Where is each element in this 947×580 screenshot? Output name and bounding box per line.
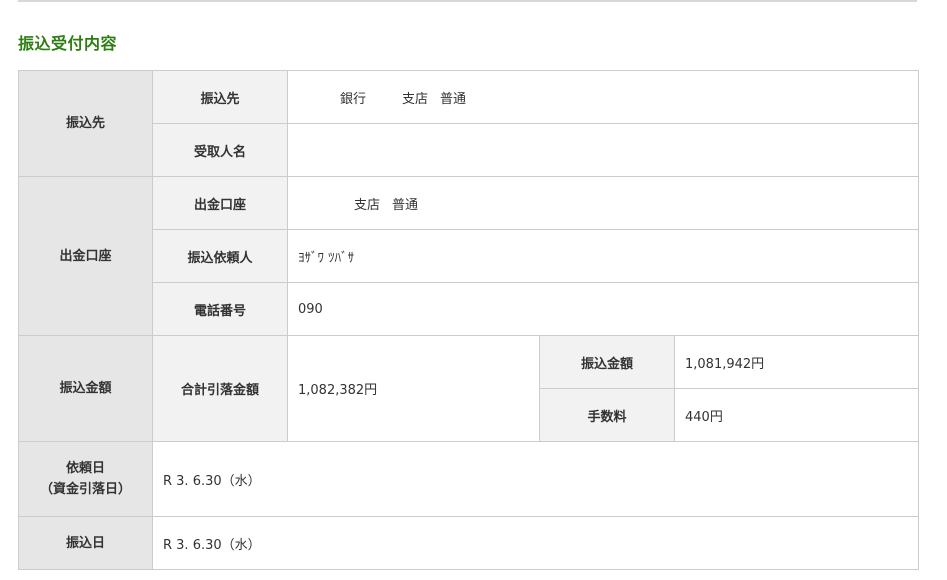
transfer-receipt-page: 振込受付内容 振込先 振込先 銀行 支店 普通 受取人名 出金口座 出金口座 支店普… — [0, 0, 947, 580]
payee-branch: 支店 — [402, 91, 429, 107]
transfer-amount-value: 1,081,942円 — [674, 335, 919, 389]
withdrawal-category: 出金口座 — [18, 176, 153, 336]
payee-recipient-row: 受取人名 — [19, 123, 919, 177]
transfer-date-value: R 3. 6.30（水） — [152, 516, 919, 570]
withdrawal-account-value: 支店 普通 — [287, 176, 919, 230]
fee-label: 手数料 — [539, 388, 675, 442]
requester-row: 振込依頼人 ﾖｻﾞﾜ ﾂﾊﾞｻ — [19, 229, 919, 283]
payee-category: 振込先 — [18, 70, 153, 177]
phone-label: 電話番号 — [152, 282, 288, 336]
payee-dest-row: 振込先 振込先 銀行 支店 普通 — [18, 70, 919, 177]
total-debit-value: 1,082,382円 — [287, 335, 540, 442]
transfer-date-label: 振込日 — [18, 516, 153, 570]
amount-transfer-row: 振込金額 合計引落金額 1,082,382円 振込金額 1,081,942円 — [18, 335, 919, 442]
total-debit-label: 合計引落金額 — [152, 335, 288, 442]
phone-value: 090 — [287, 282, 919, 336]
request-date-row: 依頼日 （資金引落日） R 3. 6.30（水） — [18, 441, 919, 517]
payee-bank: 銀行 — [340, 91, 367, 107]
withdrawal-account-label: 出金口座 — [152, 176, 288, 230]
phone-row: 電話番号 090 — [19, 282, 919, 336]
request-date-label-line2: （資金引落日） — [39, 482, 131, 497]
request-date-value: R 3. 6.30（水） — [152, 441, 919, 517]
payee-dest-value: 銀行 支店 普通 — [287, 70, 919, 124]
transfer-details-table: 振込先 振込先 銀行 支店 普通 受取人名 出金口座 出金口座 支店 普通 振込依頼人… — [18, 70, 919, 570]
request-date-label: 依頼日 （資金引落日） — [18, 441, 153, 517]
recipient-value — [287, 123, 919, 177]
top-divider — [18, 0, 917, 2]
transfer-amount-label: 振込金額 — [539, 335, 675, 389]
withdrawal-branch: 支店 — [354, 197, 381, 213]
amount-category: 振込金額 — [18, 335, 153, 442]
transfer-date-row: 振込日 R 3. 6.30（水） — [18, 516, 919, 570]
request-date-label-line1: 依頼日 — [65, 461, 105, 476]
recipient-label: 受取人名 — [152, 123, 288, 177]
payee-dest-label: 振込先 — [152, 70, 288, 124]
fee-value: 440円 — [674, 388, 919, 442]
requester-label: 振込依頼人 — [152, 229, 288, 283]
requester-value: ﾖｻﾞﾜ ﾂﾊﾞｻ — [287, 229, 919, 283]
section-title: 振込受付内容 — [18, 34, 118, 53]
withdrawal-account-row: 出金口座 出金口座 支店 普通 — [18, 176, 919, 336]
payee-account-type: 普通 — [440, 91, 467, 107]
withdrawal-account-type: 普通 — [392, 197, 419, 213]
